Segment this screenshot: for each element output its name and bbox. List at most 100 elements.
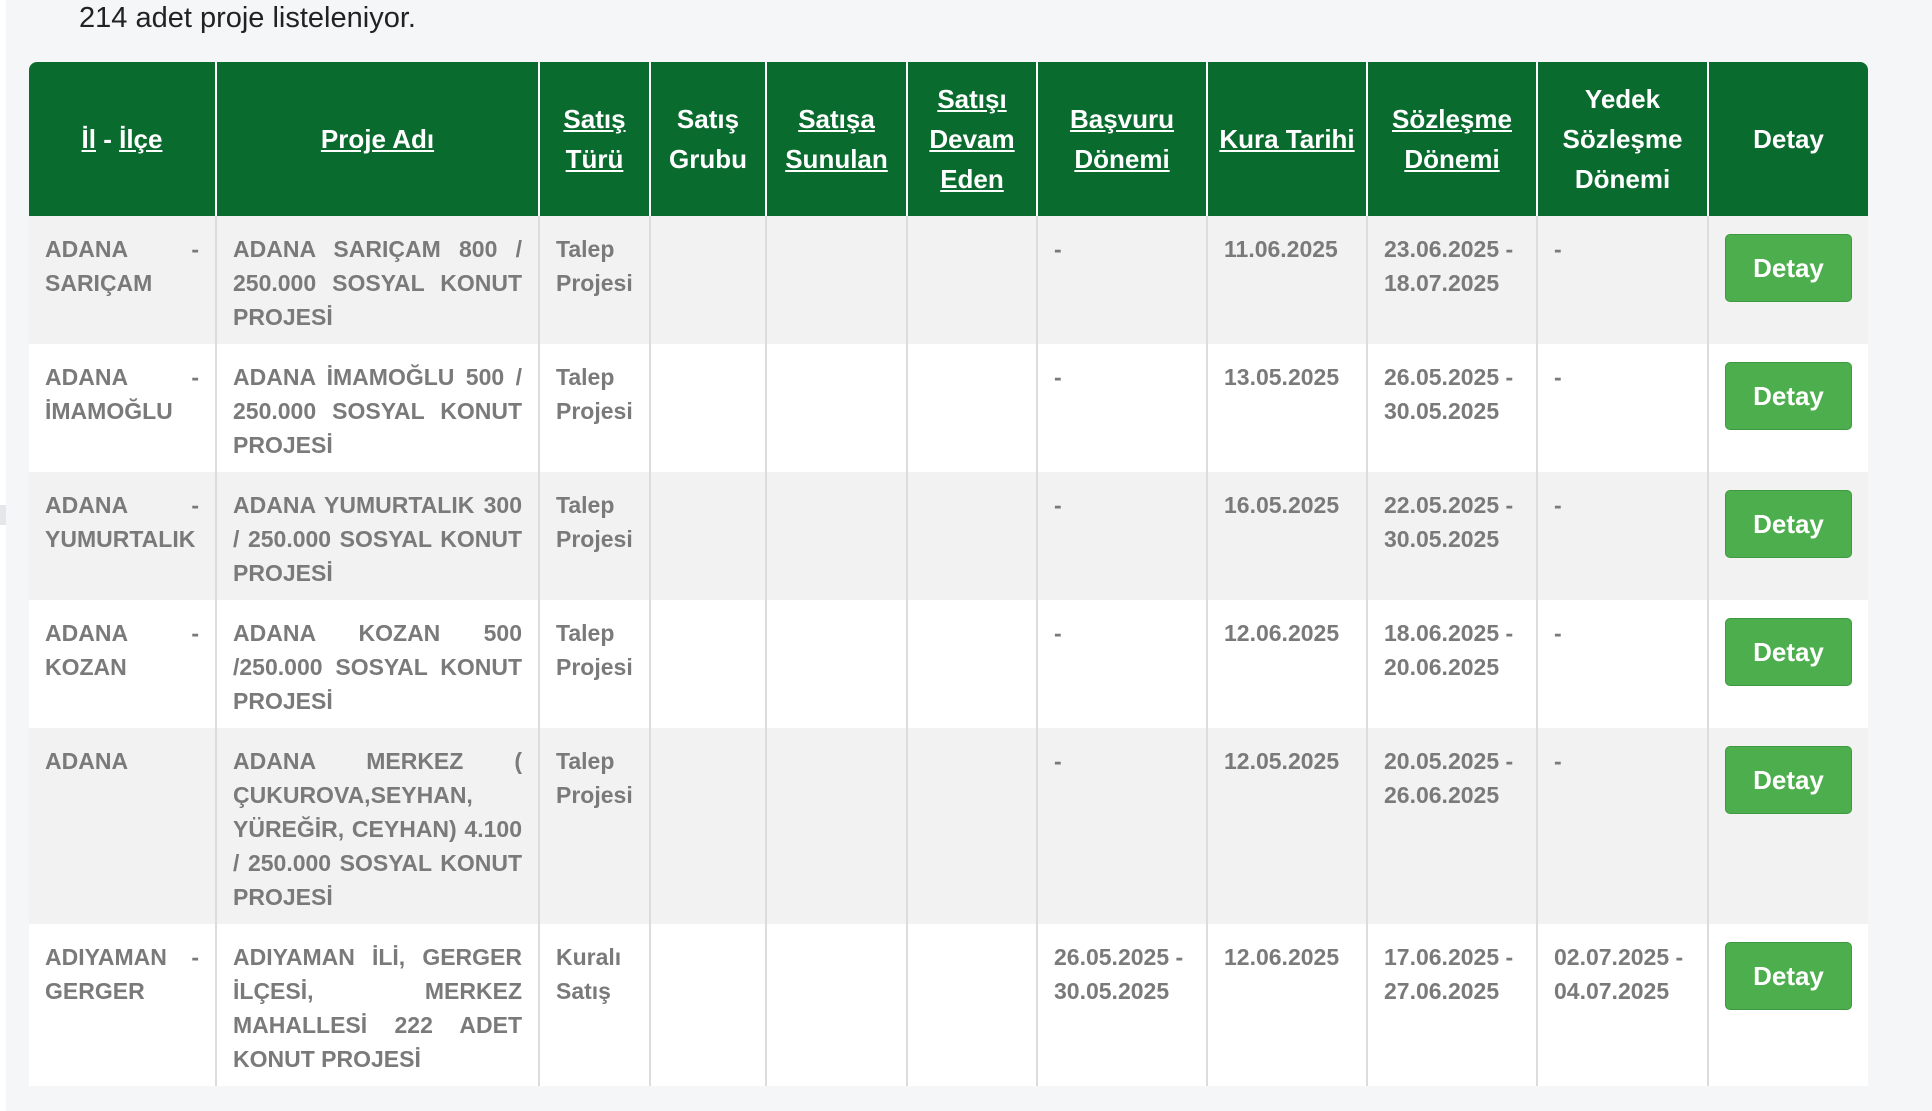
cell-sozlesme-donemi: 26.05.2025 - 30.05.2025: [1367, 344, 1538, 472]
cell-basvuru-donemi: 26.05.2025 - 30.05.2025: [1037, 924, 1208, 1086]
cell-sozlesme-donemi: 20.05.2025 - 26.06.2025: [1367, 728, 1538, 924]
cell-proje-adi: ADIYAMAN İLİ, GERGER İLÇESİ, MERKEZ MAHA…: [216, 924, 540, 1086]
cell-il-ilce: ADANA - SARIÇAM: [29, 216, 217, 344]
cell-yedek-sozlesme: -: [1537, 344, 1709, 472]
column-header-satisa-sunulan[interactable]: Satışa Sunulan: [766, 62, 908, 216]
cell-kura-tarihi: 12.05.2025: [1207, 728, 1368, 924]
cell-basvuru-donemi: -: [1037, 472, 1208, 600]
projects-table-container[interactable]: İl - İlçe Proje Adı Satış Türü Satış Gru…: [29, 62, 1868, 1111]
cell-proje-adi: ADANA SARIÇAM 800 / 250.000 SOSYAL KONUT…: [216, 216, 540, 344]
cell-yedek-sozlesme: -: [1537, 600, 1709, 728]
detay-button[interactable]: Detay: [1725, 618, 1852, 686]
cell-kura-tarihi: 12.06.2025: [1207, 924, 1368, 1086]
cell-satis-turu: Talep Projesi: [539, 344, 651, 472]
cell-il-ilce: ADIYAMAN - GERGER: [29, 924, 217, 1086]
cell-proje-adi: ADANA İMAMOĞLU 500 / 250.000 SOSYAL KONU…: [216, 344, 540, 472]
cell-detay: Detay: [1708, 344, 1868, 472]
cell-satisi-devam-eden: [907, 472, 1038, 600]
column-header-kura-tarihi[interactable]: Kura Tarihi: [1207, 62, 1368, 216]
cell-satisa-sunulan: [766, 472, 908, 600]
table-row: ADANA - SARIÇAM ADANA SARIÇAM 800 / 250.…: [29, 216, 1868, 344]
page: 214 adet proje listeleniyor. İl - İlçe P…: [0, 0, 1932, 1111]
projects-table: İl - İlçe Proje Adı Satış Türü Satış Gru…: [29, 62, 1868, 1086]
cell-satisi-devam-eden: [907, 728, 1038, 924]
header-label-detay: Detay: [1753, 124, 1824, 154]
cell-kura-tarihi: 11.06.2025: [1207, 216, 1368, 344]
cell-satis-grubu: [650, 216, 767, 344]
cell-satisi-devam-eden: [907, 600, 1038, 728]
table-row: ADANA - KOZAN ADANA KOZAN 500 /250.000 S…: [29, 600, 1868, 728]
cell-yedek-sozlesme: -: [1537, 728, 1709, 924]
sort-link-kura-tarihi[interactable]: Kura Tarihi: [1219, 124, 1354, 154]
column-header-il-ilce[interactable]: İl - İlçe: [29, 62, 217, 216]
detay-button[interactable]: Detay: [1725, 234, 1852, 302]
cell-kura-tarihi: 12.06.2025: [1207, 600, 1368, 728]
cell-satis-turu: Talep Projesi: [539, 472, 651, 600]
header-label-yedek-sozlesme: Yedek Sözleşme Dönemi: [1562, 84, 1683, 194]
cell-il-ilce: ADANA - YUMURTALIK: [29, 472, 217, 600]
table-row: ADANA - İMAMOĞLU ADANA İMAMOĞLU 500 / 25…: [29, 344, 1868, 472]
cell-yedek-sozlesme: 02.07.2025 - 04.07.2025: [1537, 924, 1709, 1086]
cell-satis-grubu: [650, 924, 767, 1086]
sort-link-satisi-devam-eden[interactable]: Satışı Devam Eden: [929, 84, 1014, 194]
cell-yedek-sozlesme: -: [1537, 472, 1709, 600]
column-header-satis-turu[interactable]: Satış Türü: [539, 62, 651, 216]
header-label-satis-grubu: Satış Grubu: [669, 104, 747, 174]
table-row: ADIYAMAN - GERGER ADIYAMAN İLİ, GERGER İ…: [29, 924, 1868, 1086]
cell-il-ilce: ADANA - KOZAN: [29, 600, 217, 728]
cell-proje-adi: ADANA KOZAN 500 /250.000 SOSYAL KONUT PR…: [216, 600, 540, 728]
cell-basvuru-donemi: -: [1037, 344, 1208, 472]
column-header-satisi-devam-eden[interactable]: Satışı Devam Eden: [907, 62, 1038, 216]
detay-button[interactable]: Detay: [1725, 490, 1852, 558]
detay-button[interactable]: Detay: [1725, 362, 1852, 430]
cell-detay: Detay: [1708, 216, 1868, 344]
cell-satis-turu: Talep Projesi: [539, 216, 651, 344]
detay-button[interactable]: Detay: [1725, 746, 1852, 814]
column-header-basvuru-donemi[interactable]: Başvuru Dönemi: [1037, 62, 1208, 216]
cell-detay: Detay: [1708, 472, 1868, 600]
cell-detay: Detay: [1708, 600, 1868, 728]
column-header-sozlesme-donemi[interactable]: Sözleşme Dönemi: [1367, 62, 1538, 216]
cell-proje-adi: ADANA MERKEZ ( ÇUKUROVA,SEYHAN, YÜREĞİR,…: [216, 728, 540, 924]
sort-link-sozlesme-donemi[interactable]: Sözleşme Dönemi: [1392, 104, 1512, 174]
cell-satisi-devam-eden: [907, 216, 1038, 344]
cell-satis-turu: Talep Projesi: [539, 728, 651, 924]
cell-il-ilce: ADANA - İMAMOĞLU: [29, 344, 217, 472]
sort-link-il[interactable]: İl: [82, 124, 96, 154]
cell-yedek-sozlesme: -: [1537, 216, 1709, 344]
cell-satis-grubu: [650, 728, 767, 924]
cell-kura-tarihi: 13.05.2025: [1207, 344, 1368, 472]
cell-satisa-sunulan: [766, 728, 908, 924]
cell-sozlesme-donemi: 18.06.2025 - 20.06.2025: [1367, 600, 1538, 728]
sort-link-satis-turu[interactable]: Satış Türü: [563, 104, 625, 174]
column-header-satis-grubu: Satış Grubu: [650, 62, 767, 216]
column-header-yedek-sozlesme-donemi: Yedek Sözleşme Dönemi: [1537, 62, 1709, 216]
table-row: ADANA ADANA MERKEZ ( ÇUKUROVA,SEYHAN, YÜ…: [29, 728, 1868, 924]
cell-sozlesme-donemi: 17.06.2025 - 27.06.2025: [1367, 924, 1538, 1086]
cell-satisa-sunulan: [766, 924, 908, 1086]
left-rail: [0, 0, 6, 1111]
cell-proje-adi: ADANA YUMURTALIK 300 / 250.000 SOSYAL KO…: [216, 472, 540, 600]
header-separator: -: [95, 124, 120, 154]
result-count: 214 adet proje listeleniyor.: [79, 2, 416, 34]
cell-sozlesme-donemi: 23.06.2025 - 18.07.2025: [1367, 216, 1538, 344]
column-header-proje-adi[interactable]: Proje Adı: [216, 62, 540, 216]
detay-button[interactable]: Detay: [1725, 942, 1852, 1010]
sort-link-basvuru-donemi[interactable]: Başvuru Dönemi: [1070, 104, 1174, 174]
column-header-detay: Detay: [1708, 62, 1868, 216]
table-row: ADANA - YUMURTALIK ADANA YUMURTALIK 300 …: [29, 472, 1868, 600]
cell-satisa-sunulan: [766, 600, 908, 728]
sort-link-ilce[interactable]: İlçe: [119, 124, 162, 154]
cell-kura-tarihi: 16.05.2025: [1207, 472, 1368, 600]
cell-basvuru-donemi: -: [1037, 216, 1208, 344]
sort-link-satisa-sunulan[interactable]: Satışa Sunulan: [785, 104, 888, 174]
cell-satis-grubu: [650, 600, 767, 728]
cell-il-ilce: ADANA: [29, 728, 217, 924]
left-rail-divider: [0, 505, 6, 525]
cell-satisa-sunulan: [766, 216, 908, 344]
table-header-row: İl - İlçe Proje Adı Satış Türü Satış Gru…: [29, 62, 1868, 216]
cell-satis-turu: Kuralı Satış: [539, 924, 651, 1086]
cell-basvuru-donemi: -: [1037, 728, 1208, 924]
sort-link-proje-adi[interactable]: Proje Adı: [321, 124, 434, 154]
cell-satis-grubu: [650, 472, 767, 600]
